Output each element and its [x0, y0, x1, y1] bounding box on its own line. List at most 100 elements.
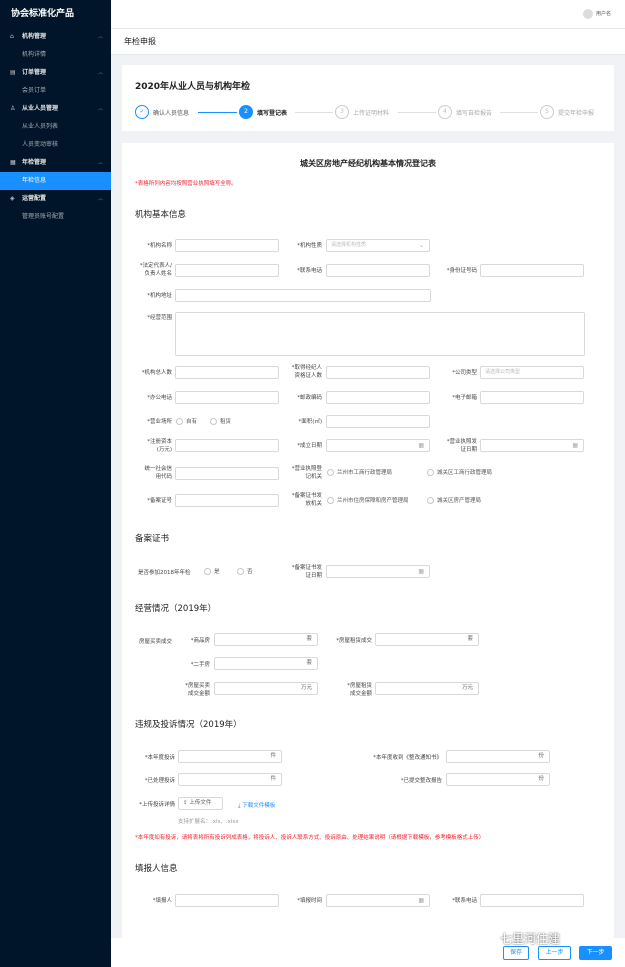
radio-circle	[204, 568, 211, 575]
label-line: 成交金额	[349, 691, 372, 697]
scope-textarea[interactable]	[175, 312, 585, 356]
radio-label: 兰州市工商行政管理局	[337, 470, 393, 476]
label-line: 证日期	[460, 447, 477, 453]
venue-rent-radio[interactable]: 租赁	[210, 418, 231, 426]
id-number-input[interactable]	[480, 264, 584, 277]
menu-item-member-orders[interactable]: 会员订单	[0, 82, 111, 100]
prev-button[interactable]: 上一步	[538, 946, 571, 960]
filing-authority-district-radio[interactable]: 城关区房产管理局	[427, 497, 481, 505]
capital-input[interactable]	[175, 439, 279, 452]
company-type-select[interactable]: 请选择公司类型	[480, 366, 584, 379]
contact-phone-label: *联系电话	[297, 268, 322, 274]
certified-count-input[interactable]	[326, 366, 430, 379]
upload-button[interactable]: ⇪ 上传文件	[178, 797, 223, 810]
steps-title: 2020年从业人员与机构年检	[135, 82, 251, 92]
label-line: 成交金额	[187, 691, 210, 697]
download-template-link[interactable]: ⤓ 下载文件模板	[238, 801, 275, 810]
contact-phone-input[interactable]	[326, 264, 430, 277]
rent-deal-input[interactable]: 套	[375, 633, 479, 646]
section-reporter-heading: 填报人信息	[135, 864, 178, 874]
menu-group-orders[interactable]: ▤ 订单管理 ︿	[0, 64, 111, 82]
new-house-input[interactable]: 套	[214, 633, 318, 646]
step-connector	[398, 112, 436, 113]
avatar	[582, 9, 593, 19]
label-line: *营业执照登	[291, 466, 322, 472]
menu-group-org[interactable]: ⌂ 机构管理 ︿	[0, 28, 111, 46]
rent-amount-input[interactable]: 万元	[375, 682, 479, 695]
menu-group-ops[interactable]: ◈ 运营配置 ︿	[0, 190, 111, 208]
zip-label: *邮政编码	[297, 395, 322, 401]
save-button[interactable]: 保存	[503, 946, 529, 960]
credit-code-input[interactable]	[175, 467, 279, 480]
second-house-input[interactable]: 套	[214, 657, 318, 670]
sale-amount-input[interactable]: 万元	[214, 682, 318, 695]
notices-input[interactable]: 份	[446, 750, 550, 763]
venue-own-radio[interactable]: 自有	[176, 418, 197, 426]
address-label: *机构地址	[147, 293, 172, 299]
check-icon: ✓	[135, 105, 149, 119]
menu-item-staff-list[interactable]: 从业人员列表	[0, 118, 111, 136]
complaints-input[interactable]: 件	[178, 750, 282, 763]
established-date-input[interactable]: ▦	[326, 439, 430, 452]
filing-date-label: *备案证书发 证日期	[282, 564, 322, 580]
unit-suffix: 万元	[461, 685, 473, 691]
label-line: *备案证书发	[291, 493, 322, 499]
authority-district-radio[interactable]: 城关区工商行政管理局	[427, 469, 492, 477]
email-input[interactable]	[480, 391, 584, 404]
menu-item-org-detail[interactable]: 机构详情	[0, 46, 111, 64]
handled-label: *已处理投诉	[144, 778, 175, 784]
total-staff-label: *机构总人数	[141, 370, 172, 376]
menu-item-staff-change[interactable]: 人员变动审核	[0, 136, 111, 154]
chevron-down-icon: ⌄	[418, 242, 424, 249]
filing-authority-label: *备案证书发放机关	[282, 492, 322, 508]
label-line: *房屋租赁	[347, 683, 372, 689]
join-yes-radio[interactable]: 是	[204, 568, 220, 576]
filing-authority-city-radio[interactable]: 兰州市住房保障和房产管理局	[327, 497, 409, 505]
report-time-label: *填报时间	[297, 898, 322, 904]
unit-suffix: 套	[306, 660, 312, 666]
next-button[interactable]: 下一步	[579, 946, 612, 960]
office-phone-input[interactable]	[175, 391, 279, 404]
join-no-radio[interactable]: 否	[237, 568, 253, 576]
step-number: 5	[540, 105, 554, 119]
step-connector	[295, 112, 333, 113]
zip-input[interactable]	[326, 391, 430, 404]
area-input[interactable]	[326, 415, 430, 428]
chevron-up-icon: ︿	[97, 70, 103, 76]
org-name-input[interactable]	[175, 239, 279, 252]
rent-amount-label: *房屋租赁成交金额	[322, 682, 372, 698]
certified-count-label: *取得经纪人 资格证人数	[282, 364, 322, 380]
unit-suffix: 件	[270, 776, 276, 782]
unit-suffix: 份	[538, 753, 544, 759]
total-staff-input[interactable]	[175, 366, 279, 379]
label-line: 放机关	[305, 501, 322, 507]
credit-code-label: 统一社会信 用代码	[122, 465, 172, 481]
report-time-input[interactable]: ▦	[326, 894, 430, 907]
label-line: *房屋买卖	[185, 683, 210, 689]
menu-group-inspection[interactable]: ▦ 年检管理 ︿	[0, 154, 111, 172]
radio-circle	[327, 497, 334, 504]
form-note: *表格所列内容均按照营业执照填写全称。	[135, 181, 237, 187]
step-number: 3	[335, 105, 349, 119]
reports-input[interactable]: 份	[446, 773, 550, 786]
filing-no-input[interactable]	[175, 494, 279, 507]
menu-group-staff[interactable]: ♙ 从业人员管理 ︿	[0, 100, 111, 118]
handled-input[interactable]: 件	[178, 773, 282, 786]
menu-item-admin-accounts[interactable]: 管理员账号配置	[0, 208, 111, 226]
reporter-phone-input[interactable]	[480, 894, 584, 907]
form-card: 城关区房地产经纪机构基本情况登记表 *表格所列内容均按照营业执照填写全称。 机构…	[122, 143, 614, 938]
org-nature-select[interactable]: 请选择机构性质 ⌄	[326, 239, 430, 252]
legal-rep-input[interactable]	[175, 264, 279, 277]
user-menu[interactable]: 用户名	[582, 9, 611, 19]
filing-date-input[interactable]: ▦	[326, 565, 430, 578]
label-line: *营业执照发	[446, 439, 477, 445]
reporter-name-label: *填报人	[152, 898, 172, 904]
license-date-input[interactable]: ▦	[480, 439, 584, 452]
shield-icon: ◈	[10, 195, 15, 202]
address-input[interactable]	[175, 289, 431, 302]
filing-no-label: *备案证号	[147, 498, 172, 504]
authority-city-radio[interactable]: 兰州市工商行政管理局	[327, 469, 392, 477]
reporter-name-input[interactable]	[175, 894, 279, 907]
menu-item-inspection-info[interactable]: 年检信息	[0, 172, 111, 190]
radio-label: 是	[214, 569, 220, 575]
